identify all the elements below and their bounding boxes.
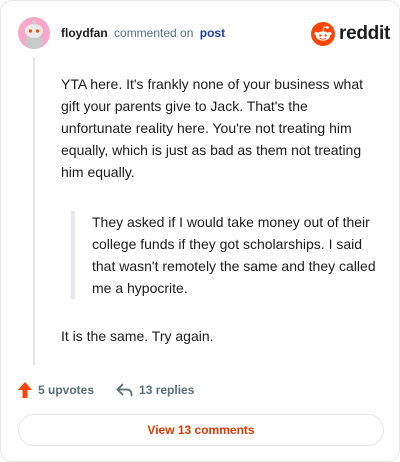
reddit-logo-icon (311, 22, 335, 46)
thread-line[interactable] (33, 57, 35, 365)
comment-quote: They asked if I would take money out of … (71, 211, 377, 299)
reply-arrow-icon (116, 383, 133, 397)
view-comments-button[interactable]: View 13 comments (18, 414, 384, 446)
comment-paragraph: It is the same. Try again. (61, 328, 214, 344)
action-text: commented on (114, 26, 194, 40)
upvote-count: 5 upvotes (38, 383, 95, 397)
snoo-avatar-icon[interactable] (18, 17, 50, 49)
post-link[interactable]: post (200, 26, 225, 40)
comment-card: floydfan commented on post reddit YTA he… (0, 0, 400, 462)
reply-count: 13 replies (139, 383, 195, 397)
comment-actions: 5 upvotes 13 replies (18, 381, 194, 399)
reddit-logo[interactable]: reddit (311, 22, 390, 46)
reddit-wordmark: reddit (339, 23, 390, 44)
comment-body: YTA here. It's frankly none of your busi… (61, 73, 377, 347)
upvote-button[interactable]: 5 upvotes (18, 382, 94, 398)
upvote-arrow-icon (18, 382, 32, 398)
comment-meta: floydfan commented on post (61, 26, 225, 40)
username-link[interactable]: floydfan (61, 26, 108, 40)
replies-button[interactable]: 13 replies (116, 383, 194, 397)
comment-paragraph: YTA here. It's frankly none of your busi… (61, 76, 364, 180)
